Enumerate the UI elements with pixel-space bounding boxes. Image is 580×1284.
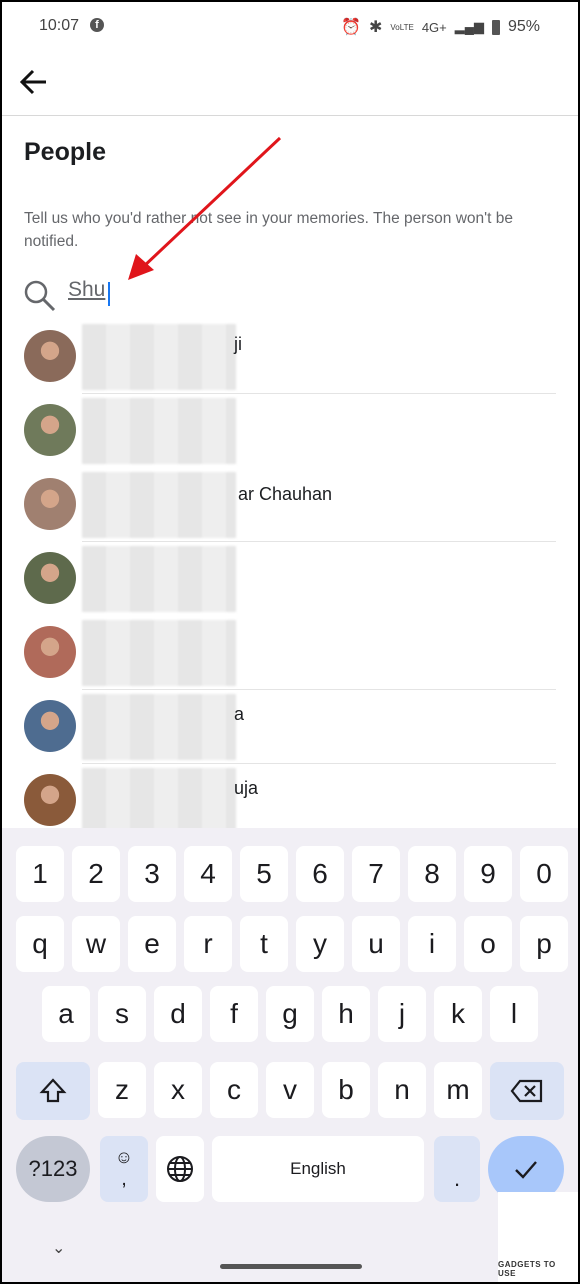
home-indicator[interactable] [220, 1264, 362, 1269]
search-icon [24, 280, 56, 312]
key-t[interactable]: t [240, 916, 288, 972]
hide-keyboard-icon[interactable]: ⌄ [52, 1238, 65, 1258]
person-name: ji [234, 334, 242, 354]
key-k[interactable]: k [434, 986, 482, 1042]
key-7[interactable]: 7 [352, 846, 400, 902]
key-g[interactable]: g [266, 986, 314, 1042]
key-p[interactable]: p [520, 916, 568, 972]
emoji-icon: ☺ [114, 1147, 134, 1167]
status-time: 10:07 [39, 17, 80, 34]
key-q[interactable]: q [16, 916, 64, 972]
key-c[interactable]: c [210, 1062, 258, 1118]
alarm-icon: ⏰ [341, 19, 361, 36]
blurred-name [82, 768, 236, 834]
key-3[interactable]: 3 [128, 846, 176, 902]
key-n[interactable]: n [378, 1062, 426, 1118]
key-0[interactable]: 0 [520, 846, 568, 902]
text-cursor [108, 282, 110, 306]
language-key[interactable] [156, 1136, 204, 1202]
key-s[interactable]: s [98, 986, 146, 1042]
key-e[interactable]: e [128, 916, 176, 972]
key-d[interactable]: d [154, 986, 202, 1042]
battery-level: 95% [507, 18, 540, 35]
blurred-name [82, 398, 236, 464]
status-bar: 10:07 f ⏰ ✱ VoLTE 4G+ ▂▄▆ 95% [2, 2, 578, 48]
key-f[interactable]: f [210, 986, 258, 1042]
keyboard: 1 2 3 4 5 6 7 8 9 0 q w e r t y u i o p a s d f g h j k l z x c v b n m ?123… [2, 828, 578, 1282]
key-a[interactable]: a [42, 986, 90, 1042]
key-4[interactable]: 4 [184, 846, 232, 902]
facebook-notification-icon: f [90, 18, 104, 32]
signal-icon: ▂▄▆ [454, 19, 484, 34]
key-i[interactable]: i [408, 916, 456, 972]
blurred-name [82, 694, 236, 760]
key-2[interactable]: 2 [72, 846, 120, 902]
key-j[interactable]: j [378, 986, 426, 1042]
shift-key[interactable] [16, 1062, 90, 1120]
person-row[interactable] [2, 542, 578, 616]
key-8[interactable]: 8 [408, 846, 456, 902]
key-r[interactable]: r [184, 916, 232, 972]
key-v[interactable]: v [266, 1062, 314, 1118]
check-icon [515, 1161, 537, 1179]
key-b[interactable]: b [322, 1062, 370, 1118]
arrow-left-icon[interactable] [18, 66, 52, 98]
person-name: uja [234, 778, 259, 798]
key-1[interactable]: 1 [16, 846, 64, 902]
key-o[interactable]: o [464, 916, 512, 972]
person-row[interactable]: ar Chauhan [2, 468, 578, 542]
key-6[interactable]: 6 [296, 846, 344, 902]
period-key[interactable]: . [434, 1136, 480, 1202]
avatar [24, 404, 76, 456]
person-name: ar Chauhan [238, 484, 333, 504]
key-m[interactable]: m [434, 1062, 482, 1118]
person-row[interactable]: ji [2, 320, 578, 394]
page-title: People [24, 138, 106, 166]
volte-icon: VoLTE [390, 22, 414, 32]
app-bar [2, 48, 578, 116]
key-l[interactable]: l [490, 986, 538, 1042]
avatar [24, 478, 76, 530]
backspace-key[interactable] [490, 1062, 564, 1120]
page-description: Tell us who you'd rather not see in your… [24, 210, 513, 250]
avatar [24, 774, 76, 826]
avatar [24, 700, 76, 752]
key-u[interactable]: u [352, 916, 400, 972]
search-input[interactable] [68, 278, 368, 302]
network-type: 4G+ [421, 19, 447, 35]
shift-icon [39, 1078, 67, 1103]
key-5[interactable]: 5 [240, 846, 288, 902]
key-y[interactable]: y [296, 916, 344, 972]
blurred-name [82, 472, 236, 538]
person-row[interactable] [2, 616, 578, 690]
bluetooth-icon: ✱ [368, 19, 383, 36]
avatar [24, 330, 76, 382]
watermark: GADGETS TO USE [498, 1192, 578, 1282]
key-h[interactable]: h [322, 986, 370, 1042]
space-key[interactable]: English [212, 1136, 424, 1202]
person-row[interactable] [2, 394, 578, 468]
key-z[interactable]: z [98, 1062, 146, 1118]
avatar [24, 626, 76, 678]
symbols-key[interactable]: ?123 [16, 1136, 90, 1202]
search-bar[interactable] [22, 276, 542, 316]
blurred-name [82, 324, 236, 390]
person-row[interactable]: a [2, 690, 578, 764]
person-name: a [234, 704, 245, 724]
screen: 10:07 f ⏰ ✱ VoLTE 4G+ ▂▄▆ 95% People Tel… [2, 2, 578, 1282]
key-9[interactable]: 9 [464, 846, 512, 902]
key-x[interactable]: x [154, 1062, 202, 1118]
key-w[interactable]: w [72, 916, 120, 972]
blurred-name [82, 620, 236, 686]
emoji-comma-key[interactable]: ☺, [100, 1136, 148, 1202]
backspace-icon [510, 1079, 543, 1103]
avatar [24, 552, 76, 604]
person-row[interactable]: uja [2, 764, 578, 838]
globe-icon [167, 1156, 193, 1182]
battery-icon [491, 19, 500, 35]
blurred-name [82, 546, 236, 612]
